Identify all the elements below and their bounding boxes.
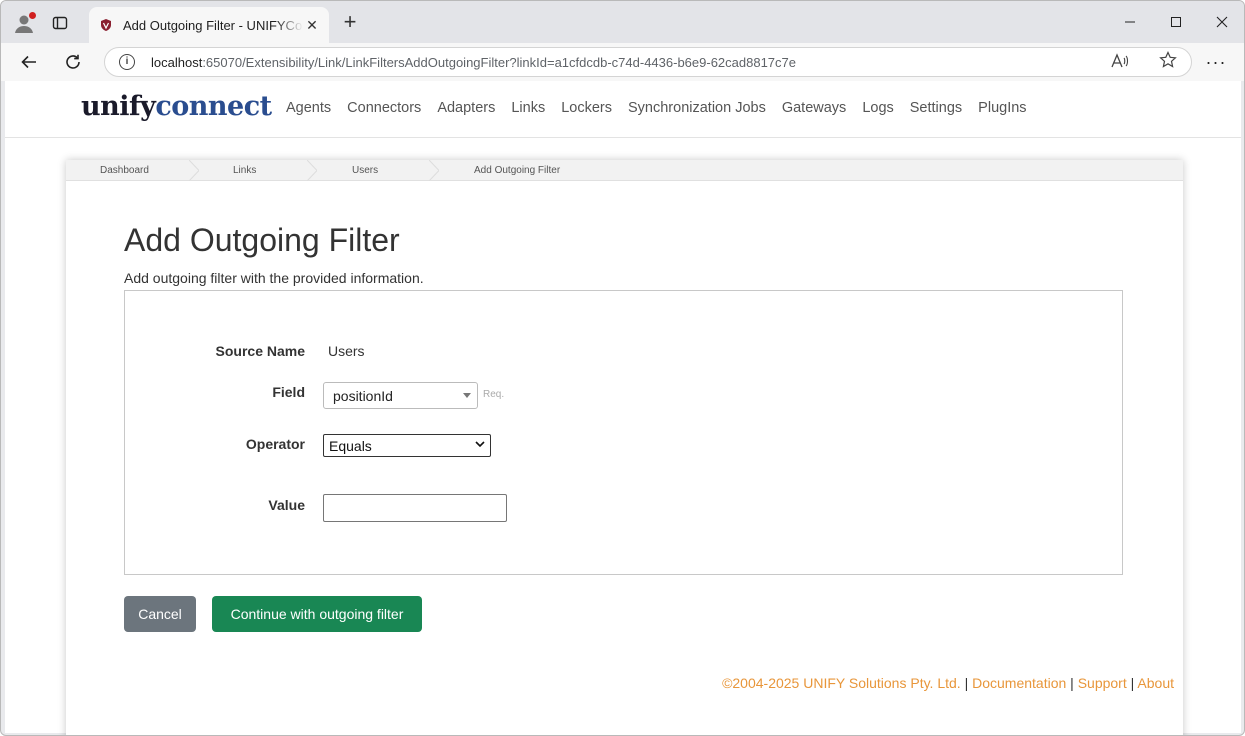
continue-button[interactable]: Continue with outgoing filter xyxy=(212,596,422,632)
source-name-label: Source Name xyxy=(215,343,305,359)
browser-menu-icon[interactable]: ··· xyxy=(1204,49,1228,75)
nav-logs[interactable]: Logs xyxy=(862,100,893,116)
address-toolbar: i localhost:65070/Extensibility/Link/Lin… xyxy=(1,43,1244,81)
field-label: Field xyxy=(272,384,305,400)
tab-strip: Add Outgoing Filter - UNIFYConnect ✕ + xyxy=(1,1,1244,43)
field-required-hint: Req. xyxy=(483,389,505,400)
operator-select-value: Equals xyxy=(329,438,372,454)
page-subtitle: Add outgoing filter with the provided in… xyxy=(124,270,424,286)
new-tab-button[interactable]: + xyxy=(339,11,361,33)
tab-actions-icon[interactable] xyxy=(47,10,73,36)
nav-agents[interactable]: Agents xyxy=(286,100,331,116)
notification-dot xyxy=(29,12,36,19)
nav-adapters[interactable]: Adapters xyxy=(437,100,495,116)
profile-icon[interactable] xyxy=(11,10,37,36)
nav-settings[interactable]: Settings xyxy=(910,100,962,116)
unify-favicon-icon xyxy=(99,18,113,32)
nav-connectors[interactable]: Connectors xyxy=(347,100,421,116)
operator-label: Operator xyxy=(245,436,305,452)
breadcrumb-chevron-icon xyxy=(307,160,317,181)
breadcrumb-chevron-icon xyxy=(189,160,199,181)
nav-gateways[interactable]: Gateways xyxy=(782,100,846,116)
window-close-icon[interactable] xyxy=(1208,9,1236,35)
footer-about-link[interactable]: About xyxy=(1137,675,1174,691)
value-input[interactable] xyxy=(323,494,507,522)
footer-separator: | xyxy=(960,675,973,691)
main-nav: Agents Connectors Adapters Links Lockers… xyxy=(286,100,1043,116)
nav-lockers[interactable]: Lockers xyxy=(561,100,612,116)
chevron-down-icon xyxy=(475,441,485,448)
site-info-icon[interactable]: i xyxy=(119,54,135,70)
web-page: unifyconnect Agents Connectors Adapters … xyxy=(5,81,1241,735)
tab-active[interactable]: Add Outgoing Filter - UNIFYConnect ✕ xyxy=(89,7,329,43)
breadcrumb-dashboard[interactable]: Dashboard xyxy=(66,160,199,181)
breadcrumb-label: Users xyxy=(352,165,379,176)
page-title: Add Outgoing Filter xyxy=(124,222,400,258)
browser-window: Add Outgoing Filter - UNIFYConnect ✕ + i… xyxy=(0,0,1245,736)
read-aloud-icon[interactable] xyxy=(1111,53,1129,72)
maximize-icon[interactable] xyxy=(1162,9,1190,35)
nav-synchronization-jobs[interactable]: Synchronization Jobs xyxy=(628,100,766,116)
breadcrumb-chevron-icon xyxy=(429,160,439,181)
footer-copyright[interactable]: ©2004-2025 UNIFY Solutions Pty. Ltd. xyxy=(722,675,961,691)
operator-select[interactable]: Equals xyxy=(323,434,491,457)
tab-strip-left xyxy=(11,9,83,37)
nav-plugins[interactable]: PlugIns xyxy=(978,100,1026,116)
nav-links[interactable]: Links xyxy=(511,100,545,116)
url-path: :65070/Extensibility/Link/LinkFiltersAdd… xyxy=(202,54,796,70)
tab-title: Add Outgoing Filter - UNIFYConnect xyxy=(123,17,303,33)
source-name-value: Users xyxy=(328,343,365,359)
filter-form: Source Name Users Field positionId Req. … xyxy=(124,290,1123,575)
tab-close-icon[interactable]: ✕ xyxy=(303,16,321,34)
breadcrumb-users[interactable]: Users xyxy=(317,160,439,181)
breadcrumb-label: Dashboard xyxy=(100,165,149,176)
site-header: unifyconnect Agents Connectors Adapters … xyxy=(5,81,1241,138)
field-combobox[interactable]: positionId xyxy=(323,382,478,409)
footer-separator: | xyxy=(1066,675,1078,691)
footer: ©2004-2025 UNIFY Solutions Pty. Ltd. | D… xyxy=(722,675,1174,691)
logo-part-unify: unify xyxy=(81,91,156,122)
footer-support-link[interactable]: Support xyxy=(1078,675,1127,691)
footer-documentation-link[interactable]: Documentation xyxy=(972,675,1066,691)
url-host: localhost xyxy=(151,54,203,70)
reload-icon[interactable] xyxy=(59,49,87,75)
breadcrumb: Dashboard Links Users Add Outgoing Filte… xyxy=(66,160,1183,181)
cancel-button[interactable]: Cancel xyxy=(124,596,196,632)
logo-part-connect: connect xyxy=(155,91,272,122)
content-panel: Dashboard Links Users Add Outgoing Filte… xyxy=(66,160,1183,735)
breadcrumb-label: Add Outgoing Filter xyxy=(474,165,561,176)
breadcrumb-add-outgoing-filter: Add Outgoing Filter xyxy=(439,160,639,181)
minimize-icon[interactable] xyxy=(1116,9,1144,35)
footer-separator: | xyxy=(1126,675,1138,691)
unifyconnect-logo[interactable]: unifyconnect xyxy=(81,91,272,122)
url-bar[interactable]: i localhost:65070/Extensibility/Link/Lin… xyxy=(104,47,1192,77)
breadcrumb-links[interactable]: Links xyxy=(199,160,317,181)
value-label: Value xyxy=(268,497,305,513)
field-combobox-value: positionId xyxy=(333,388,393,404)
back-icon[interactable] xyxy=(15,49,43,75)
favorite-star-icon[interactable] xyxy=(1159,51,1177,74)
breadcrumb-label: Links xyxy=(233,165,257,176)
dropdown-caret-icon[interactable] xyxy=(463,393,471,398)
